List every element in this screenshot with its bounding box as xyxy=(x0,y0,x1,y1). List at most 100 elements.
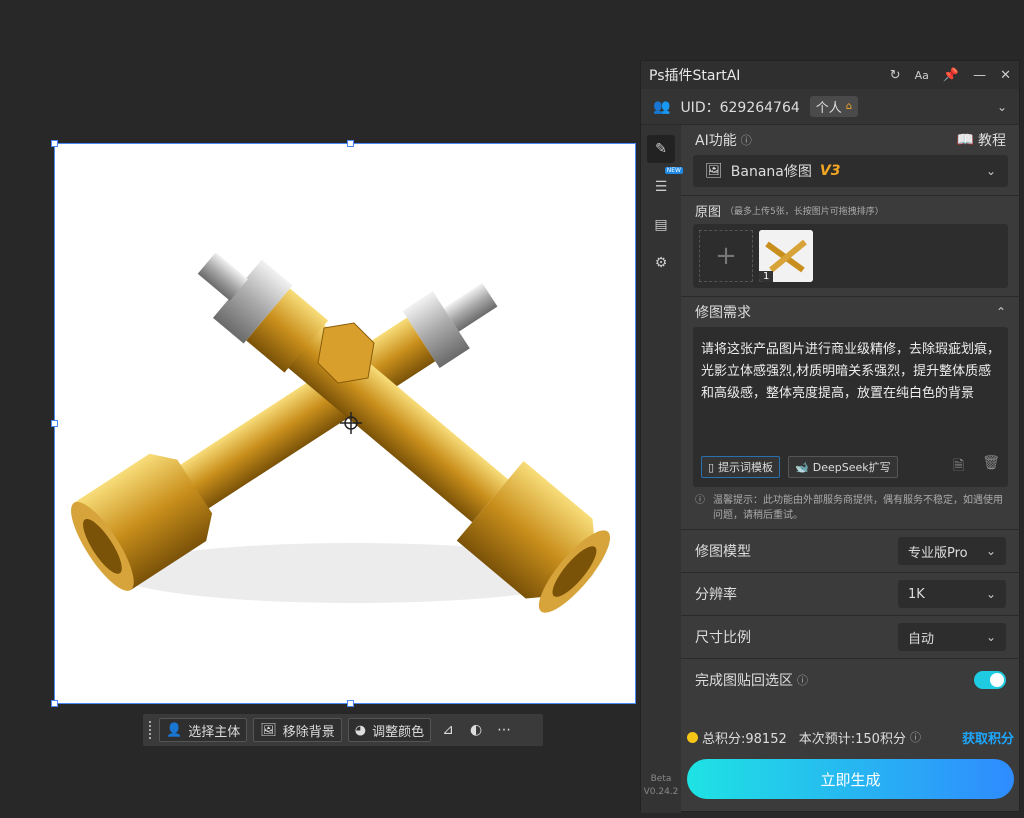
pin-icon[interactable]: 📌 xyxy=(943,68,959,83)
panel-titlebar: Ps插件StartAI ↻ Aa 📌 — ✕ xyxy=(641,61,1019,89)
person-icon: 👤 xyxy=(166,722,183,738)
adjust-color-label: 调整颜色 xyxy=(372,724,425,740)
settings-icon[interactable]: ⚙ xyxy=(647,249,675,277)
image-thumbnail[interactable]: 1 xyxy=(759,230,813,282)
info-icon[interactable]: ⓘ xyxy=(741,132,752,148)
ai-feature-label: AI功能 xyxy=(695,133,737,149)
feature-name: Banana修图 xyxy=(730,164,812,180)
chevron-down-icon: ⌄ xyxy=(985,164,996,178)
close-icon[interactable]: ✕ xyxy=(1000,68,1011,83)
feature-select[interactable]: 🖼 Banana修图 V3 ⌄ xyxy=(693,155,1008,187)
resize-handle[interactable] xyxy=(347,700,354,707)
paste-back-option: 完成图贴回选区 ⓘ xyxy=(681,658,1020,701)
ratio-option: 尺寸比例 自动 ⌄ xyxy=(681,615,1020,658)
panel-sidebar: ✎ ☰ NEW ▤ ⚙ xyxy=(641,125,683,813)
chevron-up-icon[interactable]: ⌃ xyxy=(996,305,1006,319)
more-icon[interactable]: ⋯ xyxy=(493,719,515,741)
tutorial-link[interactable]: 教程 xyxy=(978,130,1006,150)
edit-icon[interactable]: ✎ xyxy=(647,135,675,163)
panel-title: Ps插件StartAI xyxy=(649,68,741,84)
deepseek-expand-button[interactable]: 🐋 DeepSeek扩写 xyxy=(788,456,898,478)
select-subject-label: 选择主体 xyxy=(188,724,241,740)
info-icon: ⓘ xyxy=(695,495,705,506)
remove-background-button[interactable]: 🖼 移除背景 xyxy=(253,718,342,742)
add-image-button[interactable]: + xyxy=(699,230,753,282)
requirement-label: 修图需求 xyxy=(695,305,751,321)
panel-footer: 总积分:98152 本次预计:150积分 ⓘ 获取积分 立即生成 xyxy=(681,725,1020,799)
refresh-icon[interactable]: ↻ xyxy=(890,68,901,83)
resolution-label: 分辨率 xyxy=(695,587,737,603)
contextual-taskbar: 👤 选择主体 🖼 移除背景 ◕ 调整颜色 ⊿ ◐ ⋯ xyxy=(143,714,543,746)
resize-handle[interactable] xyxy=(51,420,58,427)
prompt-textarea[interactable]: 请将这张产品图片进行商业级精修，去除瑕疵划痕，光影立体感强烈,材质明暗关系强烈，… xyxy=(693,327,1008,487)
deepseek-icon: 🐋 xyxy=(795,460,809,474)
get-points-link[interactable]: 获取积分 xyxy=(962,728,1014,747)
select-subject-button[interactable]: 👤 选择主体 xyxy=(159,718,248,742)
original-label: 原图 xyxy=(695,204,722,220)
paste-back-toggle[interactable] xyxy=(974,671,1006,689)
beta-label: Beta xyxy=(650,774,672,784)
font-size-icon[interactable]: Aa xyxy=(915,69,929,82)
image-icon: 🖼 xyxy=(705,163,723,179)
ai-feature-header: AI功能 ⓘ 📖 教程 xyxy=(681,125,1020,155)
original-image-header: 原图 （最多上传5张，长按图片可拖拽排序） xyxy=(681,196,1020,224)
model-value: 专业版Pro xyxy=(908,545,968,561)
panel-content: AI功能 ⓘ 📖 教程 🖼 Banana修图 V3 ⌄ 原图 （最多上传5张，长… xyxy=(681,125,1020,813)
chevron-down-icon: ⌄ xyxy=(985,630,996,644)
info-icon[interactable]: ⓘ xyxy=(797,672,808,688)
total-points: 总积分:98152 xyxy=(702,731,787,747)
ratio-label: 尺寸比例 xyxy=(695,630,751,646)
startai-panel: Ps插件StartAI ↻ Aa 📌 — ✕ 👥 UID：629264764 个… xyxy=(640,60,1020,813)
version-label: V0.24.2 xyxy=(643,787,679,797)
requirement-header: 修图需求 ⌃ xyxy=(681,297,1020,327)
template-icon: ▯ xyxy=(708,460,715,474)
paste-back-label: 完成图贴回选区 xyxy=(695,673,793,689)
resolution-value: 1K xyxy=(908,586,925,602)
users-icon: 👥 xyxy=(653,98,671,115)
account-badge: 个人 ⌂ xyxy=(809,96,859,117)
model-select[interactable]: 专业版Pro ⌄ xyxy=(898,537,1006,565)
contrast-icon[interactable]: ◐ xyxy=(465,719,487,741)
prompt-text: 请将这张产品图片进行商业级精修，去除瑕疵划痕，光影立体感强烈,材质明暗关系强烈，… xyxy=(701,342,1001,401)
estimate-points: 本次预计:150积分 xyxy=(798,731,906,747)
notice: ⓘ 温馨提示：此功能由外部服务商提供，偶有服务不稳定，如遇使用问题，请稍后重试。 xyxy=(681,487,1020,529)
user-bar: 👥 UID：629264764 个人 ⌂ ⌄ xyxy=(641,89,1019,125)
color-adjust-icon: ◕ xyxy=(354,722,367,738)
model-option: 修图模型 专业版Pro ⌄ xyxy=(681,529,1020,572)
points-row: 总积分:98152 本次预计:150积分 ⓘ 获取积分 xyxy=(687,725,1014,749)
book-icon: 📖 xyxy=(956,132,974,148)
model-label: 修图模型 xyxy=(695,544,751,560)
clipboard-icon[interactable]: ▤ xyxy=(647,211,675,239)
ratio-value: 自动 xyxy=(908,631,935,647)
generate-button[interactable]: 立即生成 xyxy=(687,759,1014,799)
layers-icon[interactable]: ☰ NEW xyxy=(647,167,683,201)
chevron-down-icon: ⌄ xyxy=(985,544,996,558)
prompt-template-button[interactable]: ▯ 提示词模板 xyxy=(701,456,781,478)
bag-icon: ⌂ xyxy=(845,101,853,112)
history-icon[interactable]: 🗎 xyxy=(953,455,964,479)
coin-icon xyxy=(687,731,698,743)
generate-label: 立即生成 xyxy=(820,770,881,789)
notice-text: 温馨提示：此功能由外部服务商提供，偶有服务不稳定，如遇使用问题，请稍后重试。 xyxy=(713,495,1003,521)
resize-handle[interactable] xyxy=(51,700,58,707)
deepseek-expand-label: DeepSeek扩写 xyxy=(812,461,891,474)
uid-text: UID：629264764 xyxy=(680,99,800,116)
thumbnail-index: 1 xyxy=(759,271,774,282)
info-icon[interactable]: ⓘ xyxy=(910,729,921,745)
resolution-option: 分辨率 1K ⌄ xyxy=(681,572,1020,615)
trash-icon[interactable]: 🗑 xyxy=(982,455,1000,479)
image-icon: 🖼 xyxy=(260,722,277,738)
minimize-icon[interactable]: — xyxy=(973,68,986,83)
chevron-down-icon: ⌄ xyxy=(985,587,996,601)
transform-icon[interactable]: ⊿ xyxy=(437,719,459,741)
drag-grip-icon[interactable] xyxy=(149,721,153,739)
resize-handle[interactable] xyxy=(51,140,58,147)
ratio-select[interactable]: 自动 ⌄ xyxy=(898,623,1006,651)
resolution-select[interactable]: 1K ⌄ xyxy=(898,580,1006,608)
chevron-down-icon[interactable]: ⌄ xyxy=(997,100,1007,114)
adjust-color-button[interactable]: ◕ 调整颜色 xyxy=(347,718,432,742)
account-type: 个人 xyxy=(815,101,842,116)
upload-hint: （最多上传5张，长按图片可拖拽排序） xyxy=(725,206,884,217)
resize-handle[interactable] xyxy=(347,140,354,147)
crosshair-icon xyxy=(340,412,362,434)
